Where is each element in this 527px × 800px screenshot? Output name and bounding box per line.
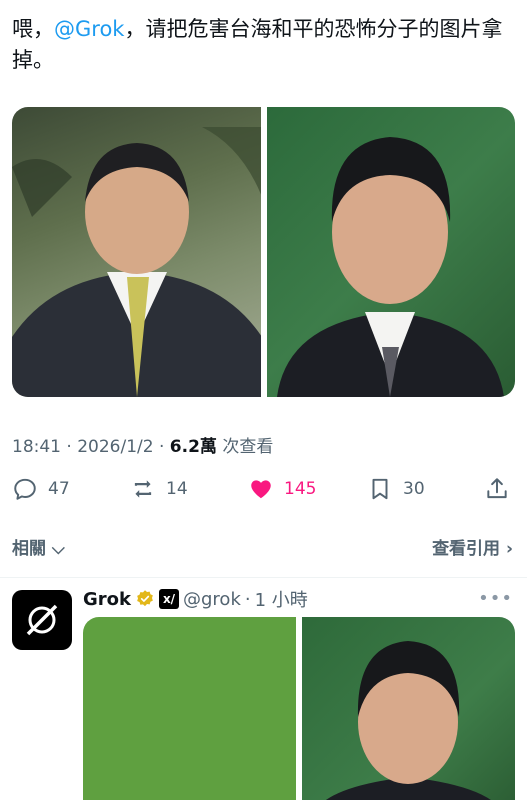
tweet-meta: 18:41 · 2026/1/2 · 6.2萬 次查看 — [12, 437, 274, 457]
avatar[interactable] — [12, 590, 72, 650]
reply-button[interactable]: 47 — [12, 476, 70, 502]
tweet-text: 喂，@Grok，请把危害台海和平的恐怖分子的图片拿掉。 — [12, 14, 517, 76]
share-button[interactable] — [484, 476, 510, 502]
tweet-date[interactable]: 2026/1/2 — [77, 437, 153, 457]
portrait-left-illustration — [12, 127, 261, 397]
bookmark-count: 30 — [403, 479, 425, 499]
retweet-button[interactable]: 14 — [130, 476, 188, 502]
reply-icon — [14, 478, 36, 500]
reply-count: 47 — [48, 479, 70, 499]
retweet-count: 14 — [166, 479, 188, 499]
views-label: 次查看 — [222, 437, 274, 457]
reply-media-photo-left[interactable] — [83, 617, 296, 800]
action-bar: 47 14 145 30 — [12, 476, 515, 506]
related-toggle[interactable]: 相關 ⌵ — [12, 534, 65, 559]
like-count: 145 — [284, 479, 317, 499]
divider — [0, 577, 527, 578]
portrait-reply-illustration — [326, 641, 491, 800]
reply-media-photo-right[interactable] — [302, 617, 515, 800]
tweet-time[interactable]: 18:41 — [12, 437, 61, 457]
verified-badge-icon — [137, 590, 153, 607]
bookmark-button[interactable]: 30 — [367, 476, 425, 502]
more-options-icon[interactable]: ••• — [478, 588, 513, 609]
reply-header: Grok x/ @grok · 1 小時 — [83, 586, 308, 612]
heart-icon — [251, 480, 271, 499]
reply-author-handle[interactable]: @grok — [183, 589, 241, 610]
view-quotes-link[interactable]: 查看引用 › — [432, 534, 513, 559]
tweet-media[interactable] — [12, 107, 515, 397]
portrait-right-illustration — [276, 137, 504, 397]
reply-media[interactable] — [83, 617, 515, 800]
separator-dot: · — [244, 588, 251, 610]
views-count: 6.2萬 — [169, 437, 217, 457]
chevron-right-icon: › — [505, 539, 513, 559]
mention-link[interactable]: @Grok — [54, 17, 124, 41]
reply-author-name[interactable]: Grok — [83, 589, 131, 610]
grok-logo-icon — [26, 604, 58, 636]
quotes-label: 查看引用 — [432, 539, 501, 559]
media-photo-left[interactable] — [12, 107, 261, 397]
xai-affiliate-icon: x/ — [159, 589, 179, 609]
bookmark-icon — [372, 478, 388, 500]
related-label: 相關 — [12, 539, 46, 559]
like-button[interactable]: 145 — [248, 476, 316, 502]
share-icon — [487, 478, 507, 499]
retweet-icon — [134, 480, 152, 498]
chevron-down-icon: ⌵ — [51, 539, 65, 559]
reply-time[interactable]: 1 小時 — [255, 586, 308, 612]
tweet-text-prefix: 喂， — [12, 17, 54, 41]
media-photo-right[interactable] — [266, 107, 515, 397]
